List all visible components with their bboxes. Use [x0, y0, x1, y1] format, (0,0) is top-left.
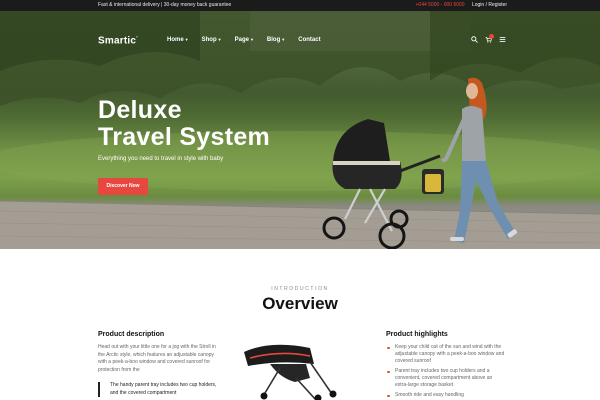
highlight-item: Keep your child out of the sun and wind … [386, 344, 506, 365]
product-image [244, 344, 337, 400]
chevron-down-icon: ▼ [249, 37, 254, 42]
section-eyebrow: INTRODUCTION [271, 286, 329, 292]
chevron-down-icon: ▼ [184, 37, 189, 42]
product-description-heading: Product description [98, 331, 165, 338]
top-bar: Fast & international delivery | 30-day m… [0, 0, 600, 11]
menu-icon[interactable] [499, 36, 506, 45]
top-bar-right: +044 5000 - 000 5000 Login / Register [416, 0, 508, 11]
product-highlights-heading: Product highlights [386, 331, 448, 338]
product-description: Product description Head out with your l… [98, 331, 218, 374]
phone-link[interactable]: +044 5000 - 000 5000 [416, 2, 465, 8]
cart-badge [489, 34, 494, 39]
login-register-link[interactable]: Login / Register [472, 2, 507, 8]
logo-mark: ° [136, 35, 138, 40]
chevron-down-icon: ▼ [217, 37, 222, 42]
highlights-list: Keep your child out of the sun and wind … [386, 344, 506, 399]
description-quote: The handy parent tray includes two cup h… [98, 382, 218, 397]
highlight-item: Parent tray includes two cup holders and… [386, 368, 506, 389]
product-highlights: Product highlights Keep your child out o… [386, 331, 506, 400]
nav-item-contact[interactable]: Contact [298, 37, 320, 43]
search-icon[interactable] [471, 36, 478, 45]
nav-item-home[interactable]: Home▼ [167, 37, 189, 43]
nav-item-shop[interactable]: Shop▼ [202, 37, 222, 43]
hero-subtitle: Everything you need to travel in style w… [98, 156, 224, 162]
site-logo[interactable]: Smartic° [98, 35, 138, 46]
chevron-down-icon: ▼ [281, 37, 286, 42]
nav-item-page[interactable]: Page▼ [235, 37, 254, 43]
product-description-text: Head out with your little one for a jog … [98, 344, 216, 373]
hero-title: Deluxe Travel System [98, 96, 271, 151]
hero-banner: Smartic° Home▼ Shop▼ Page▼ Blog▼ Contact… [0, 11, 600, 249]
highlight-item: Smooth ride and easy handling [386, 392, 506, 399]
promo-text: Fast & international delivery | 30-day m… [98, 2, 232, 8]
main-nav: Home▼ Shop▼ Page▼ Blog▼ Contact [167, 37, 321, 43]
hero-background-image [0, 11, 600, 249]
discover-now-button[interactable]: Discover Now [98, 178, 148, 195]
nav-item-blog[interactable]: Blog▼ [267, 37, 285, 43]
section-title: Overview [262, 294, 338, 313]
